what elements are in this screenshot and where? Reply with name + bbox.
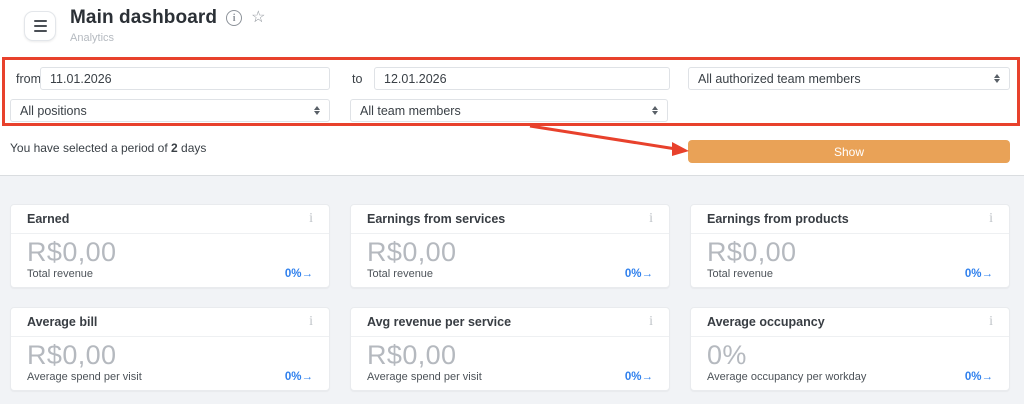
arrow-right-icon: → <box>302 268 314 280</box>
card-delta-link[interactable]: 0%→ <box>285 371 313 383</box>
select-updown-icon <box>994 74 1000 83</box>
positions-select[interactable]: All positions <box>10 99 330 122</box>
card-earnings-from-products: Earnings from products i R$0,00 Total re… <box>690 204 1010 288</box>
card-menu-icon[interactable]: i <box>649 315 653 329</box>
hamburger-menu-button[interactable] <box>24 11 56 41</box>
card-title: Earned <box>27 212 69 226</box>
card-avg-revenue-per-service: Avg revenue per service i R$0,00 Average… <box>350 307 670 391</box>
annotation-arrow <box>520 120 700 160</box>
card-menu-icon[interactable]: i <box>649 212 653 226</box>
card-average-bill: Average bill i R$0,00 Average spend per … <box>10 307 330 391</box>
info-icon[interactable]: i <box>226 10 242 26</box>
card-average-occupancy: Average occupancy i 0% Average occupancy… <box>690 307 1010 391</box>
card-label: Average spend per visit <box>367 371 482 383</box>
arrow-right-icon: → <box>642 268 654 280</box>
card-delta-link[interactable]: 0%→ <box>285 268 313 280</box>
select-updown-icon <box>652 106 658 115</box>
card-value: R$0,00 <box>707 237 993 267</box>
card-delta-link[interactable]: 0%→ <box>965 268 993 280</box>
page-title: Main dashboard <box>70 7 217 29</box>
period-days-count: 2 <box>171 141 178 155</box>
hamburger-icon <box>34 20 47 22</box>
card-value: R$0,00 <box>27 340 313 370</box>
show-button[interactable]: Show <box>688 140 1010 163</box>
card-delta-link[interactable]: 0%→ <box>625 268 653 280</box>
team-members-select-value: All team members <box>360 104 461 118</box>
arrow-right-icon: → <box>302 371 314 383</box>
arrow-right-icon: → <box>642 371 654 383</box>
card-delta-link[interactable]: 0%→ <box>625 371 653 383</box>
card-value: R$0,00 <box>367 340 653 370</box>
card-delta-link[interactable]: 0%→ <box>965 371 993 383</box>
card-title: Avg revenue per service <box>367 315 511 329</box>
date-from-input[interactable] <box>40 67 330 90</box>
date-to-input[interactable] <box>374 67 670 90</box>
card-menu-icon[interactable]: i <box>989 315 993 329</box>
card-label: Total revenue <box>707 268 773 280</box>
star-favorite-icon[interactable]: ☆ <box>251 10 265 26</box>
card-menu-icon[interactable]: i <box>309 212 313 226</box>
card-value: R$0,00 <box>367 237 653 267</box>
card-title: Earnings from products <box>707 212 849 226</box>
authorized-members-select[interactable]: All authorized team members <box>688 67 1010 90</box>
card-menu-icon[interactable]: i <box>309 315 313 329</box>
card-value: R$0,00 <box>27 237 313 267</box>
period-summary: You have selected a period of 2 days <box>10 141 206 155</box>
breadcrumb: Analytics <box>70 32 114 44</box>
card-label: Average spend per visit <box>27 371 142 383</box>
card-earned: Earned i R$0,00 Total revenue 0%→ <box>10 204 330 288</box>
card-earnings-from-services: Earnings from services i R$0,00 Total re… <box>350 204 670 288</box>
from-label: from <box>16 72 41 86</box>
card-label: Total revenue <box>367 268 433 280</box>
select-updown-icon <box>314 106 320 115</box>
to-label: to <box>352 72 362 86</box>
card-title: Average bill <box>27 315 97 329</box>
card-label: Average occupancy per workday <box>707 371 866 383</box>
card-value: 0% <box>707 340 993 370</box>
arrow-right-icon: → <box>982 268 994 280</box>
card-title: Earnings from services <box>367 212 505 226</box>
card-title: Average occupancy <box>707 315 825 329</box>
card-menu-icon[interactable]: i <box>989 212 993 226</box>
team-members-select[interactable]: All team members <box>350 99 668 122</box>
positions-select-value: All positions <box>20 104 87 118</box>
authorized-members-select-value: All authorized team members <box>698 72 861 86</box>
card-label: Total revenue <box>27 268 93 280</box>
main-dashboard-page: Main dashboard i ☆ Analytics from to All… <box>0 0 1024 404</box>
arrow-right-icon: → <box>982 371 994 383</box>
